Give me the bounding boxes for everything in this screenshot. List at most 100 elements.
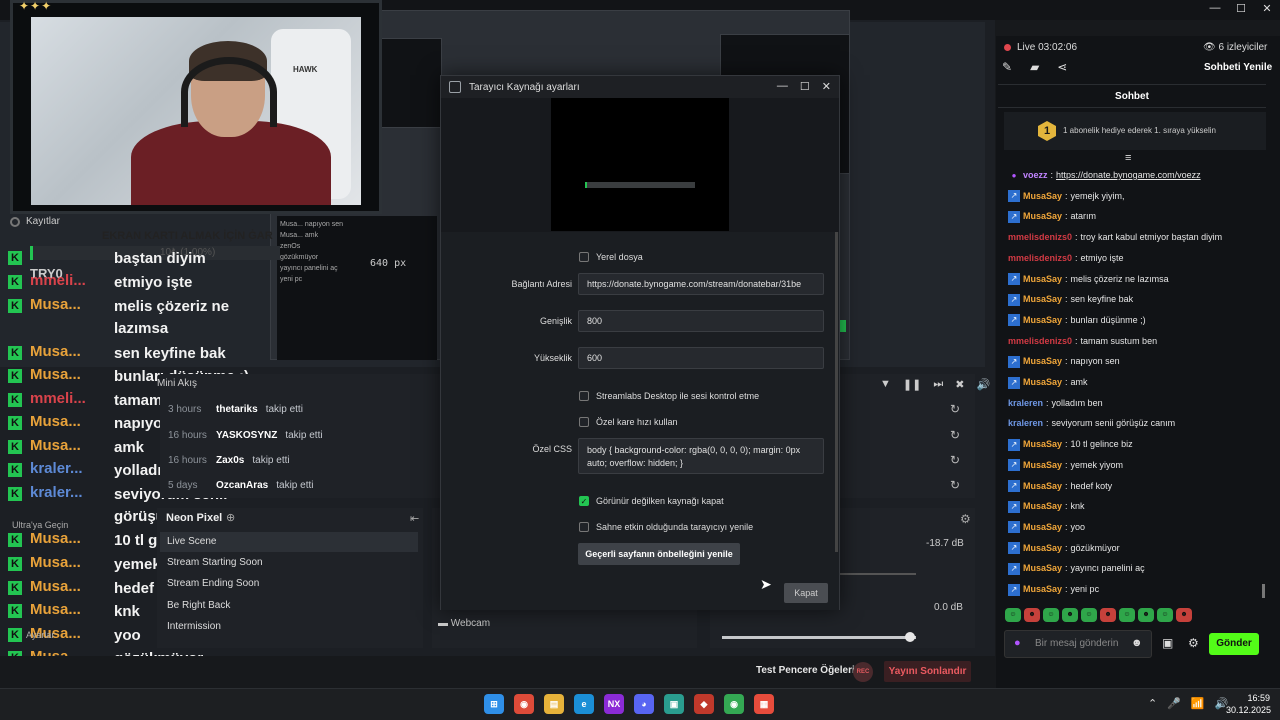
shop-icon[interactable]: ▣ — [1162, 636, 1173, 650]
chat-username[interactable]: MusaSay — [1023, 273, 1062, 286]
taskbar-app-icon[interactable]: NX — [604, 694, 624, 714]
refresh-cache-button[interactable]: Geçerli sayfanın önbelleğini yenile — [578, 543, 740, 565]
mute-alerts-icon[interactable]: ✖ — [955, 378, 964, 391]
checkbox-icon[interactable] — [579, 252, 589, 262]
chat-username[interactable]: MusaSay — [1023, 521, 1062, 534]
refresh-chat-button[interactable]: Sohbeti Yenile — [1204, 62, 1272, 73]
close-dialog-button[interactable]: ✕ — [822, 80, 831, 93]
emote-icon[interactable]: ☺ — [1043, 608, 1059, 622]
css-textarea[interactable]: body { background-color: rgba(0, 0, 0, 0… — [578, 438, 824, 474]
taskbar-app-icon[interactable]: ▤ — [544, 694, 564, 714]
minimize-button[interactable]: — — [777, 80, 788, 93]
taskbar-app-icon[interactable]: ◉ — [724, 694, 744, 714]
taskbar-app-icon[interactable]: ◕ — [634, 694, 654, 714]
chat-username[interactable]: MusaSay — [1023, 438, 1062, 451]
checkbox-checked-icon[interactable]: ✓ — [579, 496, 589, 506]
taskbar-app-icon[interactable]: ◉ — [514, 694, 534, 714]
refresh-active-checkbox[interactable]: Sahne etkin olduğunda tarayıcıyı yenile — [579, 522, 753, 532]
maximize-button[interactable]: ☐ — [1234, 2, 1248, 15]
emote-icon[interactable]: ☺ — [1081, 608, 1097, 622]
url-input[interactable]: https://donate.bynogame.com/stream/donat… — [578, 273, 824, 295]
gear-icon[interactable]: ⚙ — [1188, 636, 1199, 650]
taskbar-app-icon[interactable]: ⊞ — [484, 694, 504, 714]
emote-icon[interactable]: ☻ — [1138, 608, 1154, 622]
chat-username[interactable]: kraleren — [1008, 397, 1043, 410]
emote-icon[interactable]: ☻ — [1062, 608, 1078, 622]
chat-username[interactable]: MusaSay — [1023, 542, 1062, 555]
chat-username[interactable]: MusaSay — [1023, 583, 1062, 596]
maximize-button[interactable]: ☐ — [800, 80, 810, 93]
scene-item[interactable]: Stream Ending Soon — [160, 574, 418, 594]
height-input[interactable]: 600 — [578, 347, 824, 369]
taskbar-app-icon[interactable]: ▦ — [754, 694, 774, 714]
pause-icon[interactable]: ❚❚ — [903, 378, 921, 391]
emote-icon[interactable]: ☺ — [1005, 608, 1021, 622]
microphone-icon[interactable]: ● — [1014, 637, 1021, 649]
chat-username[interactable]: MusaSay — [1023, 562, 1062, 575]
chat-username[interactable]: MusaSay — [1023, 459, 1062, 472]
custom-fps-checkbox[interactable]: Özel kare hızı kullan — [579, 417, 678, 427]
source-item[interactable]: ▬ Webcam — [438, 618, 490, 629]
share-icon[interactable]: ⋖ — [1057, 60, 1067, 74]
emote-icon[interactable]: ☻ — [1100, 608, 1116, 622]
chat-username[interactable]: kraleren — [1008, 417, 1043, 430]
chat-text[interactable]: https://donate.bynogame.com/voezz — [1056, 169, 1201, 182]
volume-slider[interactable] — [722, 636, 916, 639]
collapse-icon[interactable]: ⇤ — [410, 512, 419, 525]
emoji-icon[interactable]: ☻ — [1131, 637, 1143, 649]
scene-item[interactable]: Intermission — [160, 617, 418, 637]
emote-icon[interactable]: ☻ — [1024, 608, 1040, 622]
chat-username[interactable]: MusaSay — [1023, 500, 1062, 513]
scene-item[interactable]: Live Scene — [160, 532, 418, 552]
end-stream-button[interactable]: Yayını Sonlandır — [884, 661, 971, 682]
chat-username[interactable]: mmelisdenizs0 — [1008, 335, 1072, 348]
chat-username[interactable]: MusaSay — [1023, 190, 1062, 203]
audio-control-checkbox[interactable]: Streamlabs Desktop ile sesi kontrol etme — [579, 391, 759, 401]
chat-username[interactable]: MusaSay — [1023, 355, 1062, 368]
chat-input[interactable]: Bir mesaj gönderin — [1004, 630, 1152, 658]
local-file-checkbox[interactable]: Yerel dosya — [579, 252, 643, 262]
chat-username[interactable]: mmelisdenizs0 — [1008, 252, 1072, 265]
test-widgets-button[interactable]: Test Pencere Öğeleri — [756, 665, 855, 676]
scene-item[interactable]: Be Right Back — [160, 596, 418, 616]
chat-username[interactable]: mmelisdenizs0 — [1008, 231, 1072, 244]
shutdown-checkbox[interactable]: ✓ Görünür değilken kaynağı kapat — [579, 496, 724, 506]
bookmark-icon[interactable]: ▰ — [1030, 60, 1039, 74]
edit-icon[interactable]: ✎ — [1002, 60, 1012, 74]
ultra-label[interactable]: Ultra'ya Geçin — [12, 520, 68, 530]
volume-icon[interactable]: 🔊 — [976, 378, 990, 391]
send-button[interactable]: Gönder — [1209, 633, 1259, 655]
close-window-button[interactable]: ✕ — [1260, 2, 1274, 15]
replay-icon[interactable]: ↻ — [950, 402, 960, 416]
replay-icon[interactable]: ↻ — [950, 478, 960, 492]
width-input[interactable]: 800 — [578, 310, 824, 332]
clock[interactable]: 16:59 30.12.2025 — [1226, 692, 1271, 716]
checkbox-icon[interactable] — [579, 417, 589, 427]
taskbar-app-icon[interactable]: ▣ — [664, 694, 684, 714]
microphone-icon[interactable]: 🎤 — [1167, 697, 1181, 710]
settings-label[interactable]: Ayarlar — [26, 630, 54, 640]
emote-icon[interactable]: ☺ — [1119, 608, 1135, 622]
record-button[interactable]: REC — [853, 662, 873, 682]
taskbar-app-icon[interactable]: ◆ — [694, 694, 714, 714]
skip-icon[interactable]: ⏭ — [933, 378, 943, 391]
replay-icon[interactable]: ↻ — [950, 453, 960, 467]
chat-username[interactable]: voezz — [1023, 169, 1048, 182]
pinned-icon[interactable]: ≡ — [1125, 152, 1131, 164]
recordings-button[interactable]: Kayıtlar — [10, 216, 60, 227]
chat-username[interactable]: MusaSay — [1023, 314, 1062, 327]
wifi-icon[interactable]: 📶 — [1191, 697, 1205, 710]
close-button[interactable]: Kapat — [784, 583, 828, 603]
filter-icon[interactable]: ▼ — [880, 378, 891, 391]
chevron-up-icon[interactable]: ⌃ — [1148, 697, 1157, 710]
chat-username[interactable]: MusaSay — [1023, 480, 1062, 493]
chat-scrollbar[interactable] — [1262, 584, 1265, 598]
taskbar-app-icon[interactable]: e — [574, 694, 594, 714]
checkbox-icon[interactable] — [579, 391, 589, 401]
checkbox-icon[interactable] — [579, 522, 589, 532]
dialog-scrollbar[interactable] — [835, 232, 838, 552]
scene-collection-title[interactable]: Neon Pixel — [166, 512, 222, 524]
gear-icon[interactable]: ⚙ — [960, 512, 971, 526]
add-scene-icon[interactable]: ⊕ — [226, 511, 235, 524]
chat-username[interactable]: MusaSay — [1023, 376, 1062, 389]
